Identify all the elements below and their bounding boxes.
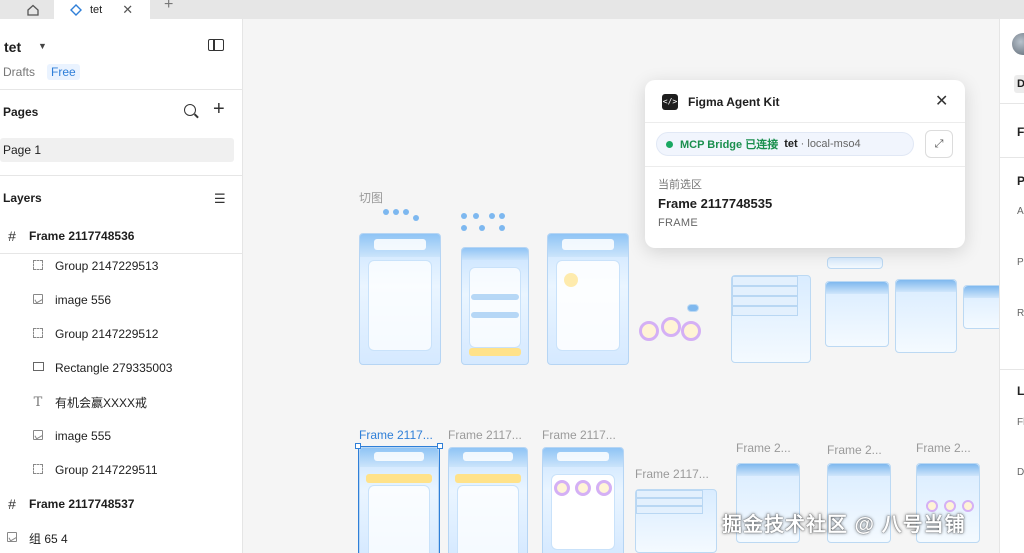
layer-row-text[interactable]: T 有机会赢XXXX戒 xyxy=(0,385,243,419)
panel-field-label: D xyxy=(1017,467,1024,478)
divider xyxy=(1000,157,1024,158)
new-tab-button[interactable]: + xyxy=(164,0,173,19)
divider xyxy=(645,166,965,167)
status-text: MCP Bridge 已连接 xyxy=(680,139,779,151)
home-tab[interactable] xyxy=(16,0,50,19)
expand-button[interactable]: ⤢ xyxy=(925,130,953,158)
section-label[interactable]: 切图 xyxy=(359,189,383,206)
panel-field-label: Fl xyxy=(1017,417,1024,428)
divider xyxy=(1000,103,1024,104)
page-item[interactable]: Page 1 xyxy=(0,138,234,162)
figma-file-icon xyxy=(70,3,82,16)
divider xyxy=(1000,369,1024,370)
canvas-frame-thumbnail[interactable] xyxy=(461,247,529,365)
design-tab[interactable]: D xyxy=(1014,75,1024,93)
divider xyxy=(645,122,965,123)
layer-row-frame[interactable]: # Frame 2117748537 xyxy=(0,487,243,521)
canvas-frame-thumbnail[interactable] xyxy=(448,447,528,553)
pages-title: Pages xyxy=(3,105,39,119)
divider xyxy=(0,175,243,176)
left-sidebar: tet ▼ Drafts Free Pages + Page 1 Layers … xyxy=(0,19,243,553)
resize-handle[interactable] xyxy=(437,443,443,449)
layer-row-group[interactable]: Group 2147229512 xyxy=(0,317,243,351)
selection-type: FRAME xyxy=(658,217,698,229)
rectangle-icon xyxy=(32,362,44,374)
panel-heading: L xyxy=(1017,384,1024,398)
canvas-frame-thumbnail[interactable] xyxy=(542,447,624,553)
layer-row-image[interactable]: image 556 xyxy=(0,283,243,317)
status-file-name: tet xyxy=(784,138,798,150)
layer-row-group[interactable]: Group 2147229513 xyxy=(0,249,243,283)
layers-title: Layers xyxy=(3,191,42,205)
status-host: · local-mso4 xyxy=(800,138,861,150)
frame-icon: # xyxy=(8,228,16,244)
group-icon xyxy=(6,531,18,545)
frame-label[interactable]: Frame 2117... xyxy=(359,428,433,442)
selection-label: 当前选区 xyxy=(658,179,702,191)
layer-filter-icon[interactable]: ☰ xyxy=(214,191,226,207)
file-location[interactable]: Drafts xyxy=(3,65,35,79)
frame-label[interactable]: Frame 2... xyxy=(736,441,791,455)
canvas-frame-thumbnail[interactable] xyxy=(731,275,811,363)
tab-bar: tet ✕ + xyxy=(0,0,1024,19)
close-icon[interactable]: ✕ xyxy=(122,2,133,18)
home-icon xyxy=(27,4,39,16)
watermark: 掘金技术社区 @ 八号当铺 xyxy=(722,514,966,536)
group-icon xyxy=(32,327,44,341)
right-panel: D F P A P R L Fl D xyxy=(999,19,1024,553)
panel-heading: F xyxy=(1017,125,1024,139)
frame-label[interactable]: Frame 2... xyxy=(827,443,882,457)
tab-file[interactable]: tet ✕ xyxy=(54,0,150,19)
code-icon: </> xyxy=(662,94,678,110)
close-icon[interactable]: ✕ xyxy=(935,91,948,111)
avatar[interactable] xyxy=(1012,33,1024,55)
canvas-frame-thumbnail[interactable] xyxy=(825,281,889,347)
canvas-frame-thumbnail[interactable] xyxy=(547,233,629,365)
frame-label[interactable]: Frame 2... xyxy=(916,441,971,455)
group-icon xyxy=(32,259,44,273)
frame-icon: # xyxy=(8,496,16,512)
group-icon xyxy=(32,463,44,477)
chevron-down-icon[interactable]: ▼ xyxy=(38,41,47,51)
toggle-sidebar-icon[interactable] xyxy=(208,39,224,51)
image-icon xyxy=(32,429,44,443)
plugin-panel: </> Figma Agent Kit ✕ MCP Bridge 已连接 tet… xyxy=(645,80,965,248)
panel-field-label: P xyxy=(1017,257,1024,268)
panel-field-label: A xyxy=(1017,206,1024,217)
layer-row-frame[interactable]: # Frame 2117748536 xyxy=(0,219,243,253)
frame-label[interactable]: Frame 2117... xyxy=(448,428,522,442)
canvas-frame-thumbnail[interactable] xyxy=(635,489,717,553)
selection-box xyxy=(358,446,440,553)
add-page-icon[interactable]: + xyxy=(213,99,225,119)
canvas-frame-thumbnail[interactable] xyxy=(895,279,957,353)
tab-label: tet xyxy=(90,3,103,16)
connection-status: MCP Bridge 已连接 tet · local-mso4 xyxy=(656,132,914,156)
layer-row-image[interactable]: image 555 xyxy=(0,419,243,453)
figma-window: tet ✕ + tet ▼ Drafts Free Pages + Page 1… xyxy=(0,0,1024,553)
panel-field-label: R xyxy=(1017,308,1024,319)
layer-row-group[interactable]: Group 2147229511 xyxy=(0,453,243,487)
layer-row-group[interactable]: 组 65 4 xyxy=(0,521,243,553)
resize-handle[interactable] xyxy=(355,443,361,449)
divider xyxy=(0,89,243,90)
canvas-frame-thumbnail[interactable] xyxy=(359,233,441,365)
frame-label[interactable]: Frame 2117... xyxy=(542,428,616,442)
status-dot xyxy=(666,140,673,148)
file-name[interactable]: tet xyxy=(4,39,21,55)
frame-label[interactable]: Frame 2117... xyxy=(635,467,709,481)
canvas-frame-thumbnail[interactable] xyxy=(963,285,999,329)
plugin-title: Figma Agent Kit xyxy=(688,95,780,109)
plan-badge[interactable]: Free xyxy=(47,64,80,80)
layer-row-rectangle[interactable]: Rectangle 279335003 xyxy=(0,351,243,385)
panel-heading: P xyxy=(1017,174,1024,188)
selection-name: Frame 2117748535 xyxy=(658,196,773,211)
image-icon xyxy=(32,293,44,307)
search-icon[interactable] xyxy=(184,104,196,116)
text-icon: T xyxy=(33,394,43,410)
